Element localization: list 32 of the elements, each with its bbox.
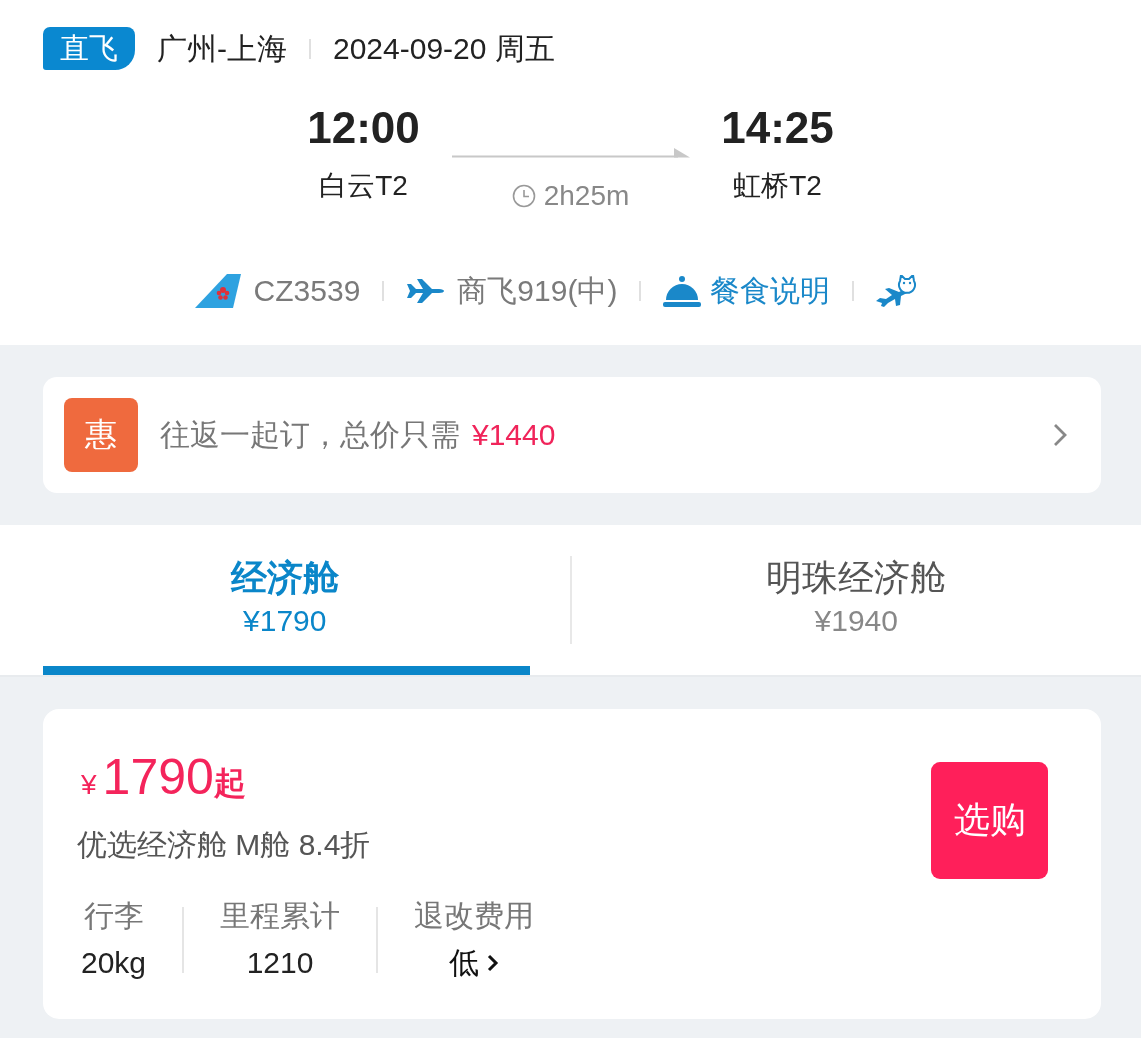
meal-info-link[interactable]: 餐食说明: [663, 270, 831, 312]
departure-time: 12:00: [307, 103, 420, 153]
fact-label: 退改费用: [414, 898, 535, 934]
airplane-icon: [406, 278, 445, 304]
tail-fin-icon: [194, 274, 241, 308]
discount-badge: 惠: [64, 398, 138, 472]
arrival-time: 14:25: [721, 103, 834, 153]
fare-price: ¥1790起: [81, 749, 247, 807]
promo-text: 往返一起订，总价只需: [160, 416, 460, 453]
fare-description: 优选经济舱 M舱 8.4折: [77, 827, 372, 863]
buy-button[interactable]: 选购: [931, 762, 1048, 879]
cabin-tab[interactable]: 明珠经济舱 ¥1940: [571, 525, 1141, 675]
promo-price: ¥1440: [472, 418, 556, 452]
arrival-airport: 虹桥T2: [733, 169, 822, 203]
flight-duration: 2h25m: [543, 180, 630, 212]
flight-number: CZ3539: [253, 274, 361, 308]
route-text: 广州-上海: [157, 30, 287, 67]
flight-date: 2024-09-20 周五: [333, 30, 555, 67]
cloche-icon: [663, 275, 702, 307]
fact-label: 里程累计: [220, 898, 341, 934]
aircraft-type: 商飞919(中): [457, 272, 618, 309]
clock-icon: [511, 184, 536, 208]
direct-flight-badge: 直飞: [43, 27, 135, 70]
round-trip-promo-banner[interactable]: 惠 往返一起订，总价只需 ¥1440: [43, 377, 1101, 493]
cabin-tab[interactable]: 经济舱 ¥1790: [0, 525, 570, 675]
departure-airport: 白云T2: [319, 169, 408, 203]
fact-value: 20kg: [81, 945, 147, 981]
fact-value: 1210: [246, 945, 314, 981]
fact-value-link[interactable]: 低: [449, 943, 500, 983]
fact-label: 行李: [83, 898, 144, 934]
chevron-right-icon: [1053, 423, 1067, 447]
chevron-right-icon: [487, 954, 500, 972]
